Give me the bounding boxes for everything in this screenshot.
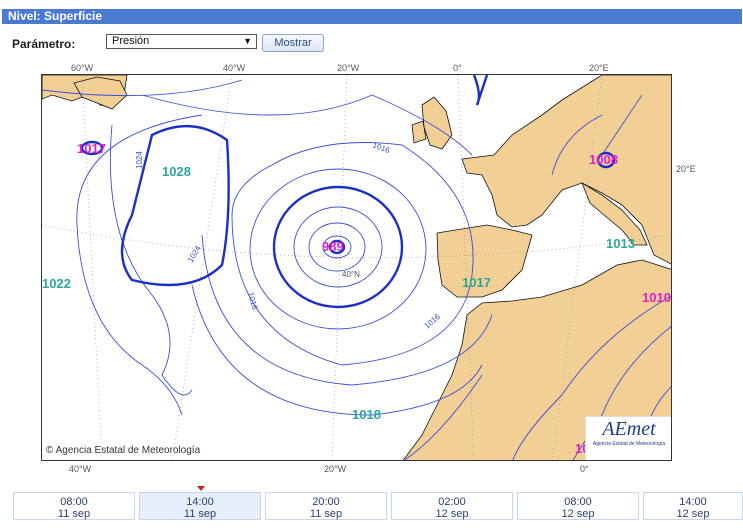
credit-text: Agencia Estatal de Meteorología [55, 445, 201, 456]
timeline-slot-active[interactable]: 14:00 11 sep [139, 492, 261, 520]
parameter-label: Parámetro: [12, 37, 76, 51]
lon-tick-bottom: 40°W [69, 464, 92, 474]
show-button[interactable]: Mostrar [262, 34, 324, 52]
pressure-center-label: 1017 [462, 275, 491, 290]
pressure-center-label: 1028 [162, 164, 191, 179]
pressure-center-label: 1022 [42, 276, 71, 291]
lon-tick-bottom: 20°W [324, 464, 347, 474]
aemet-logo: AEmet Agencia Estatal de Meteorología [585, 416, 671, 460]
lon-tick-top: 20°W [337, 63, 360, 73]
isobar-chart: 1024 1024 1016 1016 1016 40°N [42, 75, 671, 460]
timeline-slot[interactable]: 08:00 11 sep [13, 492, 135, 520]
pressure-center-label: 1008 [589, 152, 618, 167]
pressure-map[interactable]: 1024 1024 1016 1016 1016 40°N 1017 1028 … [41, 74, 672, 461]
land-ireland [411, 120, 427, 144]
timeline-slot[interactable]: 08:00 12 sep [517, 492, 639, 520]
pressure-center-label: 1018 [352, 407, 381, 422]
logo-text: AEmet [602, 418, 656, 440]
timeline-current-marker-icon [197, 486, 205, 491]
timeline-slot[interactable]: 02:00 12 sep [391, 492, 513, 520]
timeline-slot[interactable]: 20:00 11 sep [265, 492, 387, 520]
map-credit: © Agencia Estatal de Meteorología [46, 445, 200, 456]
lon-tick-top: 0° [453, 63, 462, 73]
lat-label: 40°N [342, 270, 360, 279]
parameter-select[interactable]: Presión ▼ [106, 34, 257, 49]
isobar-label: 1024 [135, 151, 144, 169]
lon-tick-bottom: 0° [580, 464, 589, 474]
logo-subtext: Agencia Estatal de Meteorología [592, 441, 666, 447]
lon-tick-top: 40°W [223, 63, 246, 73]
parameter-selected-value: Presión [112, 35, 150, 47]
pressure-center-label: 1010 [642, 290, 671, 305]
lon-tick-top: 60°W [71, 63, 94, 73]
dropdown-arrow-icon: ▼ [243, 36, 252, 46]
level-header: Nivel: Superficie [2, 9, 742, 24]
pressure-center-label: 989 [322, 239, 344, 254]
timeline-slot[interactable]: 14:00 12 sep [643, 492, 743, 520]
pressure-center-label: 1013 [606, 236, 635, 251]
pressure-center-label: 1017 [77, 141, 106, 156]
lon-tick-right: 20°E [676, 164, 696, 174]
copyright-icon: © [46, 445, 54, 456]
lon-tick-top: 20°E [589, 63, 609, 73]
